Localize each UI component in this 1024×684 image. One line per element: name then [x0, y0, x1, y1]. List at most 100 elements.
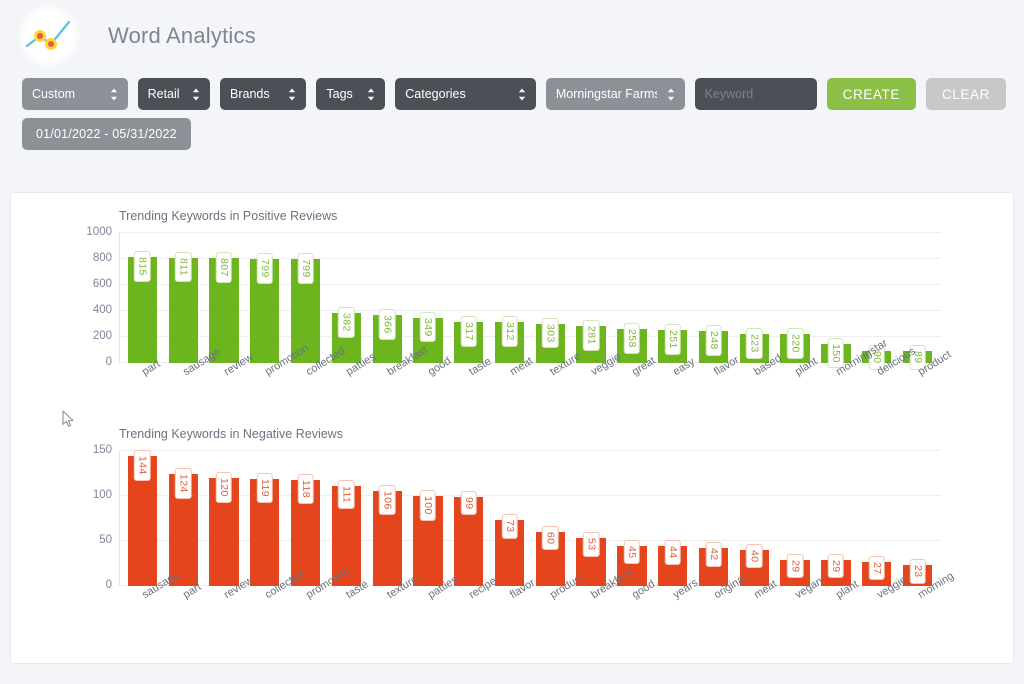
- bar-value-label: 815: [134, 251, 151, 282]
- line-chart-logo-icon: [23, 16, 75, 56]
- negative-x-axis-labels: sausage part review collected promotion taste…: [119, 565, 955, 601]
- bar[interactable]: 258: [617, 323, 647, 363]
- bar-slot: 29: [816, 451, 857, 586]
- bar-value-label: 73: [501, 514, 518, 539]
- bar-value-label: 106: [378, 484, 396, 516]
- bar[interactable]: 60: [535, 526, 566, 586]
- bar-value-label: 382: [338, 307, 355, 339]
- bar-slot: 100: [408, 451, 449, 586]
- bar[interactable]: 251: [658, 324, 688, 363]
- bar-value-label: 40: [746, 544, 763, 569]
- brands-label: Brands: [230, 87, 270, 101]
- y-axis-tick-label: 400: [92, 304, 112, 316]
- x-label-slot: taste: [326, 578, 371, 601]
- bar-slot: 150: [816, 233, 857, 369]
- bar-slot: 42: [693, 451, 734, 586]
- x-label-slot: patties: [408, 574, 460, 601]
- categories-select[interactable]: Categories: [395, 78, 536, 110]
- bar-value-label: 220: [786, 328, 804, 360]
- bar-slot: 799: [244, 233, 285, 363]
- bar-slot: 251: [652, 233, 693, 363]
- x-label-slot: promotion: [244, 342, 311, 378]
- bar-series: 815 811 807 799 799 382 366 349 317 312 303 281 258 2…: [119, 233, 941, 370]
- bar[interactable]: 303: [535, 317, 566, 363]
- bar-value-label: 251: [664, 324, 681, 356]
- bar[interactable]: 144: [127, 450, 158, 586]
- y-axis-tick-label: 800: [92, 252, 112, 264]
- bar-value-label: 144: [134, 450, 151, 482]
- bar-value-label: 317: [460, 315, 478, 347]
- bar-value-label: 811: [174, 251, 192, 282]
- date-preset-label: Custom: [32, 87, 76, 101]
- bar-value-label: 29: [786, 553, 804, 579]
- clear-button[interactable]: CLEAR: [925, 78, 1006, 110]
- create-button[interactable]: CREATE: [826, 78, 916, 110]
- x-label-slot: sausage: [122, 569, 182, 601]
- bar-slot: 60: [530, 451, 571, 586]
- x-label-slot: part: [163, 581, 203, 601]
- x-label-slot: great: [612, 355, 658, 378]
- page-title: Word Analytics: [108, 23, 256, 48]
- bar-slot: 44: [652, 451, 693, 586]
- bar[interactable]: 73: [494, 514, 525, 586]
- bar[interactable]: 248: [698, 324, 729, 363]
- app-header: Word Analytics: [0, 0, 1024, 72]
- chevron-updown-icon: [288, 88, 296, 101]
- x-label-slot: texture: [530, 350, 583, 378]
- tags-select[interactable]: Tags: [316, 78, 386, 110]
- bar-slot: 119: [244, 451, 285, 586]
- x-label-slot: good: [408, 355, 453, 378]
- chevron-updown-icon: [667, 88, 675, 101]
- bar[interactable]: 42: [698, 542, 729, 586]
- x-label-slot: recipe: [448, 575, 499, 601]
- bar[interactable]: 811: [168, 251, 198, 363]
- bar-value-label: 281: [582, 320, 600, 352]
- bar[interactable]: 100: [413, 490, 443, 586]
- bar-value-label: 111: [338, 480, 355, 510]
- bar-value-label: 124: [174, 468, 192, 500]
- bar[interactable]: 317: [454, 315, 484, 363]
- bar-slot: 124: [163, 451, 204, 586]
- bar-value-label: 29: [827, 553, 845, 579]
- bar[interactable]: 120: [209, 472, 239, 586]
- bar[interactable]: 815: [127, 251, 158, 363]
- bar[interactable]: 99: [454, 490, 484, 586]
- x-label-slot: years: [652, 577, 700, 601]
- bar-slot: 317: [448, 233, 489, 363]
- bar-value-label: 45: [623, 539, 641, 564]
- bar[interactable]: 312: [494, 316, 525, 363]
- bar-slot: 29: [775, 451, 816, 586]
- bar-slot: 248: [693, 233, 734, 363]
- date-range-row: 01/01/2022 - 05/31/2022: [0, 110, 1024, 150]
- retail-select[interactable]: Retail: [137, 78, 210, 110]
- bar-value-label: 99: [460, 490, 478, 516]
- x-label-slot: patties: [326, 351, 378, 378]
- tags-label: Tags: [326, 87, 353, 101]
- x-label-slot: veggie: [571, 351, 623, 378]
- bar-slot: 382: [326, 233, 367, 363]
- bar[interactable]: 119: [250, 472, 280, 586]
- negative-plot-area: 0 50 100 150 144 124 120 119 118 111 106 100 99 73 60…: [93, 444, 941, 591]
- chevron-updown-icon: [192, 88, 200, 101]
- x-label-slot: good: [612, 578, 657, 601]
- x-label-slot: breakfast: [367, 344, 430, 378]
- bar-slot: 99: [448, 451, 489, 586]
- bar-value-label: 248: [705, 324, 722, 356]
- keyword-input[interactable]: [694, 78, 817, 110]
- bar[interactable]: 799: [250, 253, 280, 363]
- bar-slot: 89: [897, 233, 938, 370]
- bar[interactable]: 44: [658, 540, 688, 586]
- bar-value-label: 312: [501, 316, 518, 348]
- chevron-updown-icon: [367, 88, 375, 101]
- y-axis-tick-label: 600: [92, 278, 112, 290]
- brands-select[interactable]: Brands: [220, 78, 307, 110]
- date-preset-select[interactable]: Custom: [22, 78, 128, 110]
- bar[interactable]: 366: [372, 309, 402, 363]
- x-label-slot: promotion: [285, 565, 352, 601]
- product-select[interactable]: Morningstar Farms Orig: [545, 78, 685, 110]
- bar[interactable]: 106: [372, 484, 402, 586]
- y-axis-tick-label: 150: [92, 444, 112, 456]
- filters-toolbar: Custom Retail Brands Tags Categories Mor…: [0, 72, 1024, 110]
- date-range-chip[interactable]: 01/01/2022 - 05/31/2022: [22, 118, 191, 150]
- x-label-slot: plant: [816, 578, 861, 601]
